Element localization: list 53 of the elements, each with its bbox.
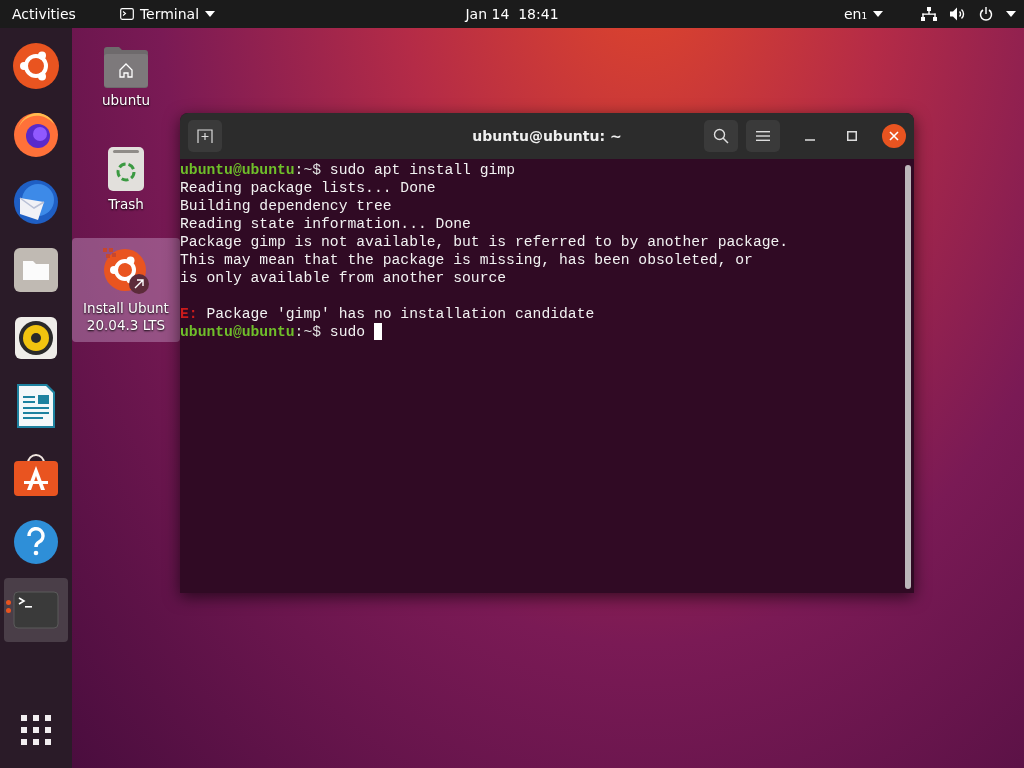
- desktop-icon[interactable]: Install Ubunt 20.04.3 LTS: [72, 238, 180, 342]
- desktop-icon[interactable]: ubuntu: [72, 38, 180, 134]
- close-icon: [889, 131, 899, 141]
- terminal-icon: [13, 591, 59, 629]
- shopping-bag-icon: [13, 451, 59, 497]
- desktop-icon[interactable]: Trash: [72, 138, 180, 234]
- folder-icon: [13, 247, 59, 293]
- mail-bird-icon: [12, 178, 60, 226]
- search-icon: [713, 128, 729, 144]
- terminal-line: Building dependency tree: [180, 197, 393, 215]
- document-icon: [16, 383, 56, 429]
- caret-icon: [205, 11, 216, 17]
- speaker-icon: [14, 316, 58, 360]
- installer-disc-icon: [101, 246, 151, 296]
- icon-label: Trash: [108, 196, 144, 213]
- network-icon: [921, 7, 937, 21]
- icon-label: 20.04.3 LTS: [86, 317, 166, 334]
- new-tab-icon: [197, 128, 213, 144]
- input-source-menu[interactable]: en₁: [831, 0, 895, 28]
- menu-icon: [756, 130, 770, 142]
- search-button[interactable]: [704, 120, 738, 152]
- terminal-line: This may mean that the package is missing, has been obsoleted, or: [180, 251, 754, 269]
- terminal-line: E: Package 'gimp' has no installation candidate: [180, 305, 596, 323]
- terminal-line: Reading package lists... Done: [180, 179, 437, 197]
- caret-icon: [1006, 11, 1016, 17]
- menu-button[interactable]: [746, 120, 780, 152]
- scrollbar[interactable]: [905, 165, 911, 589]
- terminal-line: ubuntu@ubuntu:~$ sudo apt install gimp: [180, 161, 516, 179]
- app-menu[interactable]: Terminal: [107, 0, 228, 28]
- terminal-line: ubuntu@ubuntu:~$ sudo: [180, 323, 905, 341]
- power-icon: [979, 7, 993, 21]
- trash-can-icon: [107, 146, 145, 192]
- caret-icon: [873, 11, 883, 17]
- icon-label: ubuntu: [101, 92, 151, 109]
- terminal-line: is only available from another source: [180, 269, 508, 287]
- clock[interactable]: Jan 14 18:41: [453, 0, 571, 28]
- volume-icon: [950, 7, 966, 21]
- icon-label: Install Ubunt: [83, 300, 169, 317]
- activities-button[interactable]: Activities: [0, 0, 88, 28]
- home-folder-icon: [103, 46, 149, 88]
- ubuntu-logo-icon: [12, 42, 60, 90]
- close-button[interactable]: [882, 124, 906, 148]
- running-indicator: [6, 600, 11, 613]
- window-title: ubuntu@ubuntu: ~: [472, 128, 622, 144]
- browser-globe-icon: [12, 110, 60, 158]
- terminal-line: Reading state information... Done: [180, 215, 472, 233]
- terminal-line: Package gimp is not available, but is referred to by another package.: [180, 233, 790, 251]
- help-icon: [13, 519, 59, 565]
- minimize-icon: [805, 139, 815, 141]
- terminal-icon: [119, 8, 134, 20]
- maximize-icon: [847, 131, 857, 141]
- new-tab-button[interactable]: [188, 120, 222, 152]
- app-grid-icon: [20, 714, 52, 746]
